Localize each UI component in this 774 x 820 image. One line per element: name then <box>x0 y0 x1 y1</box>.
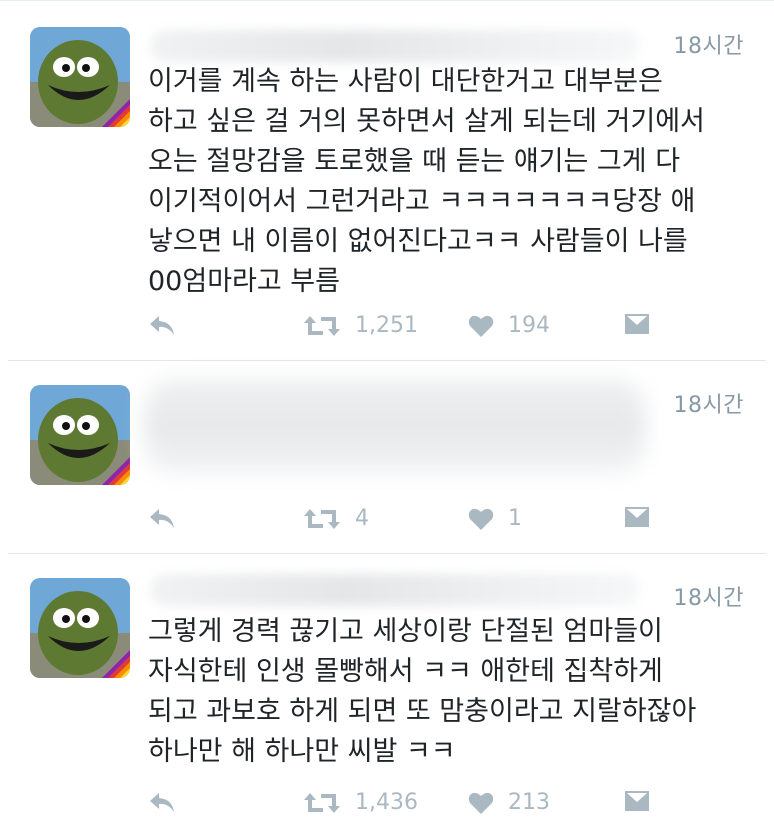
tweet-text-line: 하고 싶은 걸 거의 못하면서 살게 되는데 거기에서 <box>148 106 705 137</box>
tweet-text-line: 00엄마라고 부름 <box>148 266 340 297</box>
reply-icon <box>150 793 174 812</box>
retweet-button[interactable]: 4 <box>303 506 369 531</box>
avatar[interactable] <box>30 27 130 127</box>
username-redacted <box>150 574 640 606</box>
reply-button[interactable] <box>148 313 178 339</box>
heart-icon <box>468 315 494 337</box>
retweet-button[interactable]: 1,436 <box>303 790 418 815</box>
tweet-text-line: 오는 절망감을 토로했을 때 듣는 얘기는 그게 다 <box>148 146 681 177</box>
like-button[interactable]: 194 <box>468 313 550 338</box>
timestamp[interactable]: 18시간 <box>674 387 744 419</box>
direct-message-icon <box>625 314 649 334</box>
retweet-count: 1,436 <box>355 790 418 815</box>
tweet-actions: 1,436 213 <box>148 790 658 820</box>
tweet-text-line: 이기적이어서 그런거라고 ㅋㅋㅋㅋㅋㅋㅋ당장 애 <box>148 186 696 217</box>
tweet-text-line: 되고 과보호 하게 되면 또 맘충이라고 지랄하잖아 <box>148 696 697 727</box>
like-count: 1 <box>508 506 522 531</box>
retweet-count: 1,251 <box>355 313 418 338</box>
reply-icon <box>150 316 174 335</box>
tweet[interactable]: 18시간 그렇게 경력 끊기고 세상이랑 단절된 엄마들이 자식한테 인생 몰빵… <box>0 554 774 815</box>
direct-message-button[interactable] <box>624 506 650 528</box>
tweet-text: 그렇게 경력 끊기고 세상이랑 단절된 엄마들이 자식한테 인생 몰빵해서 ㅋㅋ… <box>148 612 748 772</box>
heart-icon <box>468 508 494 530</box>
reply-icon <box>150 509 174 528</box>
timestamp[interactable]: 18시간 <box>674 28 744 60</box>
tweet-actions: 4 1 <box>148 506 658 536</box>
reply-button[interactable] <box>148 506 178 532</box>
like-button[interactable]: 1 <box>468 506 522 531</box>
reply-button[interactable] <box>148 790 178 816</box>
heart-icon <box>468 792 494 814</box>
tweet-actions: 1,251 194 <box>148 313 658 343</box>
avatar[interactable] <box>30 578 130 678</box>
tweet-text-line: 자식한테 인생 몰빵해서 ㅋㅋ 애한테 집착하게 <box>148 656 663 687</box>
avatar[interactable] <box>30 385 130 485</box>
direct-message-button[interactable] <box>624 313 650 335</box>
retweet-count: 4 <box>355 506 369 531</box>
like-count: 213 <box>508 790 550 815</box>
retweet-button[interactable]: 1,251 <box>303 313 418 338</box>
tweet-content-redacted <box>145 379 645 474</box>
tweet-text-line: 그렇게 경력 끊기고 세상이랑 단절된 엄마들이 <box>148 616 663 647</box>
direct-message-icon <box>625 507 649 527</box>
like-count: 194 <box>508 313 550 338</box>
retweet-icon <box>304 792 340 813</box>
retweet-icon <box>304 315 340 336</box>
direct-message-button[interactable] <box>624 790 650 812</box>
direct-message-icon <box>625 791 649 811</box>
tweet[interactable]: 18시간 이거를 계속 하는 사람이 대단한거고 대부분은 하고 싶은 걸 거의… <box>0 0 774 360</box>
tweet-text-line: 낳으면 내 이름이 없어진다고ㅋㅋ 사람들이 나를 <box>148 226 688 257</box>
retweet-icon <box>304 508 340 529</box>
like-button[interactable]: 213 <box>468 790 550 815</box>
tweet-text-line: 하나만 해 하나만 씨발 ㅋㅋ <box>148 736 456 767</box>
timestamp[interactable]: 18시간 <box>674 580 744 612</box>
username-redacted <box>150 30 640 62</box>
tweet-text-line: 이거를 계속 하는 사람이 대단한거고 대부분은 <box>148 66 663 97</box>
tweet[interactable]: 18시간 4 1 <box>0 361 774 553</box>
tweet-text: 이거를 계속 하는 사람이 대단한거고 대부분은 하고 싶은 걸 거의 못하면서… <box>148 62 748 302</box>
